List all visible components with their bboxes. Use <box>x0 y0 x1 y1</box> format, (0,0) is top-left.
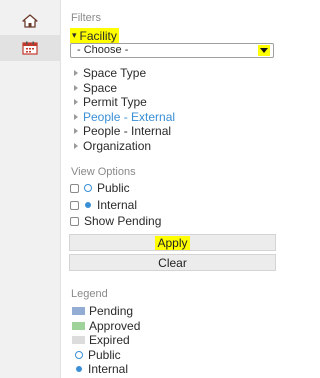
expired-swatch <box>72 335 85 344</box>
legend-heading: Legend <box>71 288 108 300</box>
internal-label: Internal <box>97 198 138 212</box>
tree-item-space[interactable]: Space <box>74 81 175 96</box>
clear-label: Clear <box>158 255 187 270</box>
facility-select-value: - Choose - <box>77 44 129 56</box>
tree-item-permit-type[interactable]: Permit Type <box>74 95 175 110</box>
option-public[interactable]: Public <box>70 181 130 195</box>
view-options-heading: View Options <box>71 166 136 178</box>
public-checkbox[interactable] <box>70 183 79 193</box>
chevron-right-icon <box>74 84 78 91</box>
chevron-right-icon <box>74 70 78 77</box>
tree-item-people-internal[interactable]: People - Internal <box>74 124 175 139</box>
internal-dot-icon <box>76 365 82 372</box>
chevron-right-icon <box>74 128 78 135</box>
internal-checkbox[interactable] <box>70 200 79 210</box>
apply-button[interactable]: Apply <box>69 234 276 251</box>
internal-dot-icon <box>85 202 91 208</box>
legend-pending: Pending <box>72 304 133 318</box>
legend-expired: Expired <box>72 333 130 347</box>
nav-home[interactable] <box>0 8 60 34</box>
approved-swatch <box>72 321 85 330</box>
public-ring-icon <box>84 184 92 192</box>
tree-item-organization[interactable]: Organization <box>74 139 175 154</box>
facility-select[interactable]: - Choose - <box>70 43 274 58</box>
filters-heading: Filters <box>71 12 101 24</box>
apply-label: Apply <box>155 235 190 250</box>
tree-item-people-external[interactable]: People - External <box>74 110 175 125</box>
public-ring-icon <box>75 350 83 359</box>
tree-item-space-type[interactable]: Space Type <box>74 66 175 81</box>
pending-swatch <box>72 306 85 315</box>
nav-calendar[interactable] <box>0 35 60 61</box>
filter-tree: Space Type Space Permit Type People - Ex… <box>74 66 175 153</box>
facility-toggle[interactable]: ▾ Facility <box>70 28 119 43</box>
legend-internal: Internal <box>72 362 128 376</box>
show-pending-checkbox[interactable] <box>70 216 79 226</box>
calendar-icon <box>22 41 38 55</box>
option-show-pending[interactable]: Show Pending <box>70 214 161 228</box>
chevron-right-icon <box>74 99 78 106</box>
chevron-down-icon: ▾ <box>72 30 77 40</box>
dropdown-arrow-icon <box>258 45 270 56</box>
chevron-right-icon <box>74 142 78 149</box>
public-label: Public <box>97 181 130 195</box>
home-icon <box>22 14 38 28</box>
legend-public: Public <box>72 348 121 362</box>
chevron-right-icon <box>74 113 78 120</box>
option-internal[interactable]: Internal <box>70 198 137 212</box>
show-pending-label: Show Pending <box>84 214 162 228</box>
legend-approved: Approved <box>72 319 140 333</box>
clear-button[interactable]: Clear <box>69 254 276 271</box>
facility-label: Facility <box>79 28 117 43</box>
left-nav <box>0 0 61 378</box>
